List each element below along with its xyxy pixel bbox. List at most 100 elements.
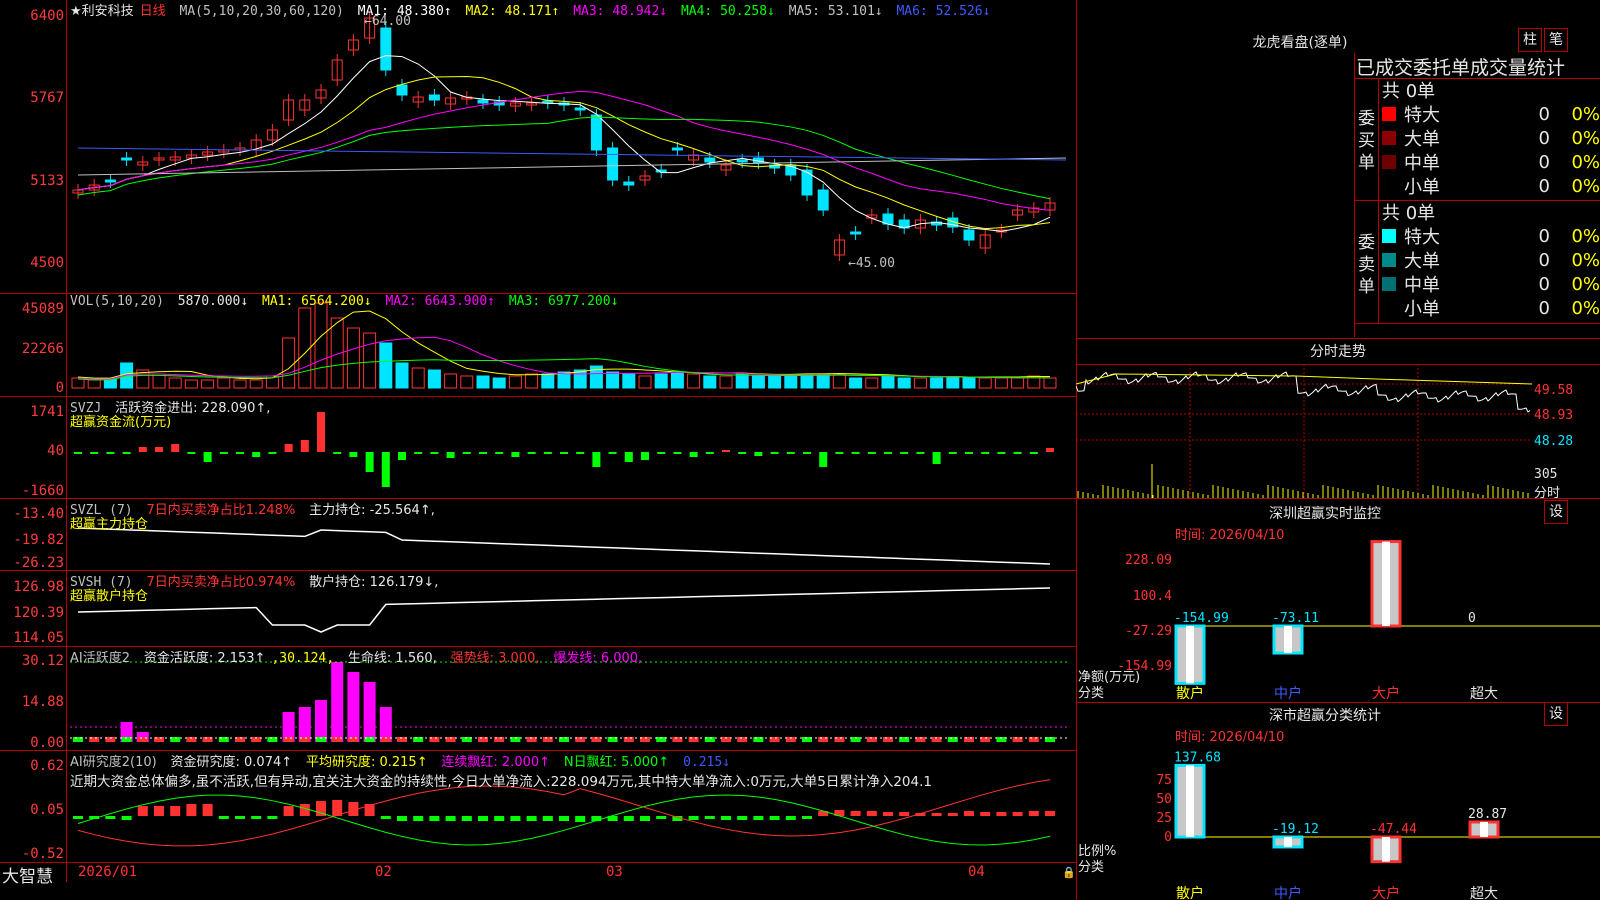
row-count: 0 — [1538, 249, 1550, 271]
row-percent: 0% — [1571, 225, 1600, 247]
buy-side-label: 委买单 — [1358, 109, 1375, 173]
candle-body — [736, 159, 748, 163]
row-count: 0 — [1538, 297, 1550, 319]
volume-bar — [395, 362, 409, 389]
fund-flow-bar — [884, 452, 892, 454]
research-bar — [769, 816, 780, 820]
fund-flow-bar — [317, 412, 325, 452]
activity-bar — [347, 672, 360, 742]
research-bar — [802, 816, 812, 819]
row-percent: 0% — [1571, 297, 1600, 319]
volume-bar — [913, 377, 927, 389]
tick-view-button[interactable]: 笔 — [1544, 28, 1568, 52]
color-swatch — [1382, 229, 1396, 243]
research-bar — [542, 816, 553, 821]
fund-flow-bar — [576, 452, 585, 454]
period-label[interactable]: 日线 — [140, 4, 166, 19]
row-count: 0 — [1538, 225, 1550, 247]
fund-flow-bar — [851, 452, 860, 454]
category-bar-highlight — [1480, 821, 1488, 837]
ai2-label[interactable]: AI研究度2(10) — [70, 755, 157, 770]
research-bar — [380, 816, 391, 819]
section-border — [1076, 338, 1600, 339]
svzl-tick: -13.40 — [13, 506, 64, 522]
lock-icon[interactable]: 🔒 — [1062, 866, 1076, 879]
fund-flow-bar — [219, 452, 228, 454]
research-bar — [478, 816, 488, 821]
candle-body — [590, 114, 602, 151]
fund-flow-bar — [803, 452, 811, 454]
volume-bar — [1043, 377, 1057, 389]
fund-flow-bar — [398, 452, 406, 460]
price-tick: 6400 — [30, 8, 64, 24]
monitor-settings-button[interactable]: 设 — [1544, 500, 1568, 524]
row-percent: 0% — [1571, 103, 1600, 125]
research-bar — [461, 816, 472, 821]
vol-label[interactable]: VOL(5,10,20) — [70, 294, 164, 309]
row-name: 大单 — [1404, 129, 1440, 150]
volume-bar — [379, 342, 393, 389]
ai1-tick: 14.88 — [21, 694, 64, 710]
row-name: 小单 — [1404, 177, 1440, 198]
category-bar-highlight — [1382, 541, 1390, 626]
category-label: 散户 — [1176, 885, 1204, 900]
intraday-chart[interactable] — [1076, 364, 1600, 498]
research-bar — [931, 813, 942, 816]
table-border — [1354, 323, 1600, 324]
research-bar — [170, 806, 181, 816]
candle-body — [607, 147, 619, 181]
bar-value-label: -73.11 — [1272, 611, 1319, 626]
volume-bar — [508, 375, 522, 389]
vol-header: VOL(5,10,20) 5870.000↓ MA1: 6564.200↓ MA… — [70, 294, 624, 309]
color-swatch — [1382, 179, 1396, 193]
volume-bar — [881, 375, 895, 389]
volume-bar — [184, 379, 198, 389]
fund-flow-bar — [268, 452, 277, 454]
stock-chart-canvas[interactable] — [0, 0, 1076, 882]
row-percent: 0% — [1571, 151, 1600, 173]
bar-view-button[interactable]: 柱 — [1518, 28, 1542, 52]
research-bar — [332, 800, 343, 816]
activity-bar — [315, 700, 327, 742]
fund-flow-bar — [932, 452, 941, 464]
research-bar — [575, 816, 586, 822]
bar-value-label: 0 — [1468, 611, 1476, 626]
candle-body — [963, 229, 975, 241]
ai2-tick: 0.62 — [30, 758, 64, 774]
class-settings-button[interactable]: 设 — [1544, 702, 1568, 726]
research-bar — [202, 804, 213, 816]
svsh-subtitle: 超赢散户持仓 — [70, 589, 149, 604]
ai1-activity: 资金活跃度: 2.153↑ — [143, 651, 266, 666]
category-label: 中户 — [1274, 685, 1302, 700]
activity-bar — [331, 662, 344, 742]
volume-bar — [444, 373, 458, 389]
low-marker: ←45.00 — [848, 256, 895, 271]
ai1-label[interactable]: AI活跃度2 — [70, 651, 130, 666]
sell-row-l: 大单 0 0% — [1382, 248, 1600, 272]
candle-body — [671, 147, 683, 151]
volume-bar — [687, 373, 701, 389]
sell-row-xl: 特大 0 0% — [1382, 224, 1600, 248]
fund-flow-bar — [543, 452, 552, 454]
row-name: 中单 — [1404, 275, 1440, 296]
ma3-value: MA3: 48.942↓ — [573, 4, 668, 19]
volume-bar — [476, 375, 490, 389]
ai2-continuous-red: 连续飘红: 2.000↑ — [441, 755, 551, 770]
fund-flow-bar — [608, 452, 617, 454]
category-bar-highlight — [1186, 765, 1194, 837]
ma2-value: MA2: 48.171↑ — [465, 4, 560, 19]
stock-name[interactable]: ★利安科技 — [70, 4, 134, 19]
bar-value-label: 28.87 — [1468, 807, 1507, 822]
fund-flow-bar — [1029, 452, 1038, 454]
fund-flow-bar — [349, 452, 358, 457]
vol-tick: 45089 — [21, 301, 64, 317]
research-bar — [413, 816, 424, 821]
price-tick: 4500 — [30, 255, 64, 271]
table-border — [1354, 53, 1355, 337]
fund-flow-bar — [300, 440, 309, 452]
fund-flow-bar — [495, 452, 504, 454]
sell-row-s: 小单 0 0% — [1382, 296, 1600, 320]
volume-bar — [946, 377, 960, 389]
svsh-tick: 120.39 — [13, 605, 64, 621]
sell-side-label: 委卖单 — [1358, 233, 1375, 297]
